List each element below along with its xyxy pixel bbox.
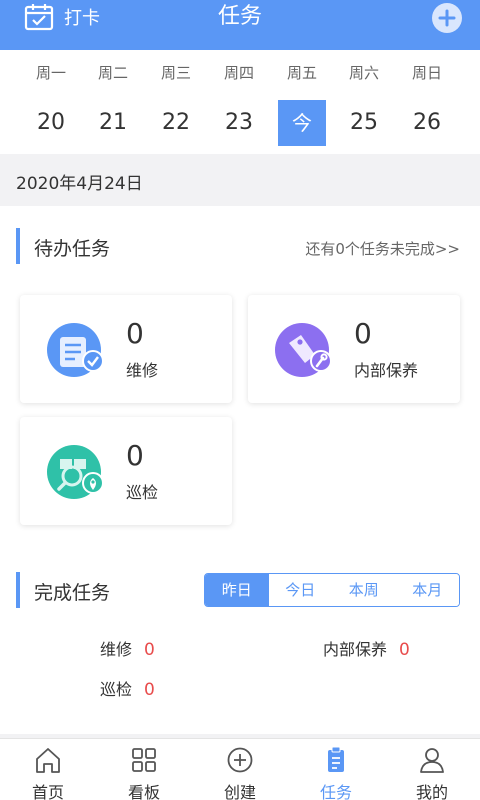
task-name: 内部保养 xyxy=(354,361,419,380)
task-card-inspection[interactable]: 0 巡检 xyxy=(20,417,232,525)
weekday-name: 周五 xyxy=(286,64,317,82)
section-header: 待办任务 还有0个任务未完成>> xyxy=(0,228,480,264)
tab-yesterday[interactable]: 昨日 xyxy=(205,574,269,606)
nav-home[interactable]: 首页 xyxy=(0,739,96,800)
nav-label: 创建 xyxy=(223,783,256,800)
weekday-date[interactable]: 23 xyxy=(215,100,263,146)
weekday-date[interactable]: 21 xyxy=(89,100,137,146)
repair-document-icon xyxy=(47,323,104,377)
bottom-navigation: 首页 看板 创建 任务 我的 xyxy=(0,738,480,800)
plus-icon xyxy=(438,9,456,27)
page-title: 任务 xyxy=(217,4,262,29)
current-date-bar: 2020年4月24日 xyxy=(0,154,480,206)
section-accent-bar xyxy=(16,572,20,608)
completed-tasks-section: 完成任务 昨日 今日 本周 本月 维修 0 内部保养 0 巡检 0 xyxy=(0,546,480,734)
task-clipboard-icon xyxy=(328,746,344,772)
tab-this-week[interactable]: 本周 xyxy=(332,574,396,606)
period-segmented-control: 昨日 今日 本周 本月 xyxy=(204,573,460,607)
task-card-maintenance[interactable]: 0 内部保养 xyxy=(248,295,460,403)
profile-icon xyxy=(420,748,444,773)
stat-inspection: 巡检 0 xyxy=(100,676,155,700)
weekday-name: 周六 xyxy=(348,64,379,82)
weekday-column[interactable]: 周一 20 xyxy=(20,50,82,154)
tab-today[interactable]: 今日 xyxy=(268,574,332,606)
nav-create[interactable]: 创建 xyxy=(192,739,288,800)
nav-profile[interactable]: 我的 xyxy=(384,739,480,800)
weekday-name: 周日 xyxy=(411,64,442,82)
today-date[interactable]: 今 xyxy=(278,100,326,146)
week-calendar: 周一 20 周二 21 周三 22 周四 23 周五 今 周六 25 周日 26 xyxy=(0,50,480,154)
section-title: 完成任务 xyxy=(34,582,111,604)
weekday-name: 周二 xyxy=(97,64,128,82)
weekday-column[interactable]: 周日 26 xyxy=(396,50,458,154)
current-date: 2020年4月24日 xyxy=(16,174,143,194)
stat-label: 内部保养 xyxy=(323,640,388,659)
task-count: 0 xyxy=(126,317,144,350)
nav-dashboard[interactable]: 看板 xyxy=(96,739,192,800)
weekday-column[interactable]: 周二 21 xyxy=(82,50,144,154)
stat-repair: 维修 0 xyxy=(100,636,155,660)
stat-value: 0 xyxy=(144,680,155,700)
task-count: 0 xyxy=(126,439,144,472)
weekday-column[interactable]: 周四 23 xyxy=(208,50,270,154)
nav-label: 首页 xyxy=(31,783,64,800)
weekday-date[interactable]: 25 xyxy=(340,100,388,146)
create-plus-icon xyxy=(227,747,253,773)
stat-value: 0 xyxy=(399,640,410,660)
dashboard-grid-icon xyxy=(132,748,156,772)
tab-this-month[interactable]: 本月 xyxy=(395,574,459,606)
weekday-date[interactable]: 20 xyxy=(27,100,75,146)
weekday-column[interactable]: 周六 25 xyxy=(333,50,395,154)
task-count: 0 xyxy=(354,317,372,350)
stat-value: 0 xyxy=(144,640,155,660)
weekday-name: 周一 xyxy=(35,64,66,82)
task-card-repair[interactable]: 0 维修 xyxy=(20,295,232,403)
weekday-column-selected[interactable]: 周五 今 xyxy=(271,50,333,154)
maintenance-tag-icon xyxy=(275,323,332,377)
nav-label: 我的 xyxy=(415,783,448,800)
pending-tasks-section: 待办任务 还有0个任务未完成>> 0 维修 0 内部保养 0 巡检 xyxy=(0,206,480,546)
weekday-column[interactable]: 周三 22 xyxy=(145,50,207,154)
stat-label: 维修 xyxy=(100,640,133,659)
nav-tasks[interactable]: 任务 xyxy=(288,739,384,800)
inspection-search-icon xyxy=(47,445,104,499)
weekday-date[interactable]: 26 xyxy=(403,100,451,146)
nav-label: 看板 xyxy=(127,783,160,800)
stat-maintenance: 内部保养 0 xyxy=(323,636,410,660)
nav-label: 任务 xyxy=(319,783,352,800)
app-header: 打卡 任务 xyxy=(0,0,480,50)
weekday-date[interactable]: 22 xyxy=(152,100,200,146)
section-accent-bar xyxy=(16,228,20,264)
task-name: 巡检 xyxy=(126,483,159,502)
section-title: 待办任务 xyxy=(34,238,111,260)
add-button[interactable] xyxy=(432,3,462,33)
task-name: 维修 xyxy=(126,361,159,380)
home-icon xyxy=(36,748,60,773)
weekday-name: 周四 xyxy=(223,64,254,82)
unfinished-tasks-link[interactable]: 还有0个任务未完成>> xyxy=(305,238,460,259)
stat-label: 巡检 xyxy=(100,680,133,699)
weekday-name: 周三 xyxy=(160,64,191,82)
